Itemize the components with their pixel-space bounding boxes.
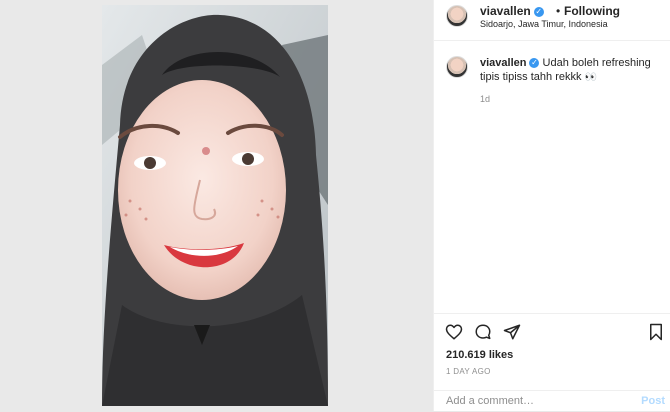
comment-input[interactable]	[446, 395, 626, 407]
bookmark-icon[interactable]	[648, 323, 664, 341]
selfie-image	[102, 5, 328, 406]
post-button[interactable]: Post	[641, 395, 665, 407]
location-link[interactable]: Sidoarjo, Jawa Timur, Indonesia	[480, 19, 608, 29]
header-username[interactable]: viavallen ✓	[480, 4, 544, 18]
avatar[interactable]	[446, 5, 468, 27]
comment-bar: Post	[434, 390, 670, 412]
separator-dot: •	[556, 4, 561, 18]
verified-icon: ✓	[533, 6, 544, 17]
photo-panel	[0, 0, 433, 411]
caption-text: viavallen ✓ Udah boleh refreshing tipis t…	[480, 56, 660, 85]
eyes-emoji: 👀	[584, 72, 597, 83]
username-text[interactable]: viavallen	[480, 4, 531, 18]
caption-age[interactable]: 1d	[480, 94, 490, 104]
post-photo[interactable]	[102, 5, 328, 406]
heart-icon[interactable]	[445, 323, 463, 341]
comment-icon[interactable]	[474, 323, 492, 341]
post-sidebar: viavallen ✓ • Following Sidoarjo, Jawa Ti…	[433, 0, 670, 411]
share-icon[interactable]	[503, 323, 521, 341]
caption-avatar[interactable]	[446, 56, 468, 78]
post-date[interactable]: 1 DAY AGO	[446, 367, 491, 376]
post-actions: 210.619 likes 1 DAY AGO Post	[434, 313, 670, 411]
post-header: viavallen ✓ • Following Sidoarjo, Jawa Ti…	[434, 0, 670, 41]
likes-count[interactable]: 210.619 likes	[446, 349, 513, 361]
following-button[interactable]: Following	[564, 4, 620, 18]
caption-username[interactable]: viavallen	[480, 57, 526, 69]
caption-verified-icon: ✓	[529, 58, 540, 69]
